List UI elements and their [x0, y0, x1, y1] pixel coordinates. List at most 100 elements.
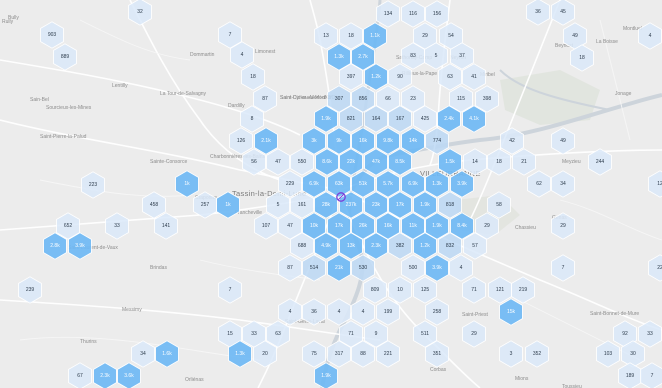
hexbin-cell[interactable]: 199 [376, 298, 400, 326]
hexbin-cell[interactable]: 3.9k [450, 170, 474, 198]
hexbin-cell[interactable]: 1.9k [413, 191, 437, 219]
hexbin-cell[interactable]: 5.7k [376, 170, 400, 198]
hexbin-cell[interactable]: 889 [53, 43, 77, 71]
hexbin-layer[interactable]: 32 134 116 156 36 459038897413 18 1.1k 29 54 49 41.… [0, 0, 662, 388]
hexbin-cell[interactable]: 530 [351, 254, 375, 282]
hexbin-cell[interactable]: 67 [68, 362, 92, 388]
hexbin-cell[interactable]: 1.5k [438, 148, 462, 176]
hexbin-cell[interactable]: 774 [425, 127, 449, 155]
hexbin-cell[interactable]: 45 [551, 0, 575, 26]
hexbin-cell[interactable]: 9.8k [376, 127, 400, 155]
hexbin-cell[interactable]: 12 [648, 170, 662, 198]
hexbin-cell[interactable]: 2.1k [254, 127, 278, 155]
hexbin-cell[interactable]: 239 [18, 276, 42, 304]
hexbin-cell[interactable]: 4 [351, 298, 375, 326]
hexbin-cell[interactable]: 1.3k [425, 170, 449, 198]
hexbin-cell[interactable]: 18 [339, 22, 363, 50]
hexbin-cell[interactable]: 121 [488, 276, 512, 304]
hexbin-cell[interactable]: 2.3k [93, 362, 117, 388]
hexbin-cell[interactable]: 33 [638, 320, 662, 348]
hexbin-cell[interactable]: 107 [254, 212, 278, 240]
hexbin-cell[interactable]: 257 [193, 191, 217, 219]
hexbin-cell[interactable]: 809 [363, 276, 387, 304]
hexbin-cell[interactable]: 33 [105, 212, 129, 240]
hexbin-cell[interactable]: 3k [302, 127, 326, 155]
map-view[interactable]: Rully Bully Lentilly Dommartin Limonest Saint… [0, 0, 662, 388]
hexbin-cell[interactable]: 1k [216, 191, 240, 219]
hexbin-cell[interactable]: 87 [278, 254, 302, 282]
hexbin-cell[interactable]: 818 [438, 191, 462, 219]
hexbin-cell[interactable]: 8.6k [315, 148, 339, 176]
hexbin-cell[interactable]: 4 [449, 254, 473, 282]
hexbin-cell[interactable]: 1.1k [363, 22, 387, 50]
hexbin-cell[interactable]: 23k [364, 191, 388, 219]
hexbin-cell[interactable]: 58 [487, 191, 511, 219]
hexbin-cell[interactable]: 9k [327, 127, 351, 155]
hexbin-cell[interactable]: 22k [339, 148, 363, 176]
hexbin-cell[interactable]: 223 [81, 171, 105, 199]
hexbin-cell[interactable]: 18 [487, 148, 511, 176]
hexbin-cell[interactable]: 28k [314, 191, 338, 219]
hexbin-cell[interactable]: 42 [500, 127, 524, 155]
hexbin-cell[interactable]: 62 [527, 170, 551, 198]
hexbin-cell[interactable]: 7 [218, 276, 242, 304]
hexbin-cell[interactable]: 103 [596, 340, 620, 368]
hexbin-cell[interactable]: 21 [512, 148, 536, 176]
hexbin-cell[interactable]: 244 [588, 148, 612, 176]
hexbin-cell[interactable]: 141 [154, 212, 178, 240]
hexbin-cell[interactable]: 36 [302, 298, 326, 326]
hexbin-cell[interactable]: 156 [425, 0, 449, 28]
hexbin-cell[interactable]: 4 [278, 298, 302, 326]
hexbin-cell[interactable]: 134 [376, 0, 400, 28]
hexbin-cell[interactable]: 500 [401, 254, 425, 282]
hexbin-cell[interactable]: 126 [229, 127, 253, 155]
hexbin-cell[interactable]: 29 [462, 320, 486, 348]
hexbin-cell[interactable]: 15k [499, 298, 523, 326]
hexbin-cell[interactable]: 237k [339, 191, 363, 219]
hexbin-cell[interactable]: 63 [438, 63, 462, 91]
hexbin-cell[interactable]: 161 [290, 191, 314, 219]
hexbin-cell[interactable]: 36 [526, 0, 550, 26]
hexbin-cell[interactable]: 3.9k [425, 254, 449, 282]
hexbin-cell[interactable]: 16k [351, 127, 375, 155]
hexbin-cell[interactable]: 219 [511, 276, 535, 304]
hexbin-cell[interactable]: 6.9k [401, 170, 425, 198]
hexbin-cell[interactable]: 116 [401, 0, 425, 28]
hexbin-cell[interactable]: 75 [302, 340, 326, 368]
hexbin-cell[interactable]: 229 [278, 170, 302, 198]
hexbin-cell[interactable]: 458 [142, 191, 166, 219]
hexbin-cell[interactable]: 4 [638, 22, 662, 50]
hexbin-cell[interactable]: 3.6k [117, 362, 141, 388]
hexbin-cell[interactable]: 10 [388, 276, 412, 304]
hexbin-cell[interactable]: 21k [327, 254, 351, 282]
hexbin-cell[interactable]: 22 [648, 254, 662, 282]
hexbin-cell[interactable]: 125 [413, 276, 437, 304]
hexbin-cell[interactable]: 90 [388, 63, 412, 91]
hexbin-cell[interactable]: 17k [388, 191, 412, 219]
hexbin-cell[interactable]: 14 [463, 148, 487, 176]
hexbin-cell[interactable]: 14k [401, 127, 425, 155]
hexbin-cell[interactable]: 41 [462, 63, 486, 91]
hexbin-cell[interactable]: 8.5k [388, 148, 412, 176]
hexbin-cell[interactable]: 34 [131, 340, 155, 368]
hexbin-cell[interactable]: 258 [425, 298, 449, 326]
hexbin-cell[interactable]: 71 [462, 276, 486, 304]
hexbin-cell[interactable]: 13 [314, 22, 338, 50]
hexbin-cell[interactable]: 550 [290, 148, 314, 176]
hexbin-cell[interactable]: 47k [364, 148, 388, 176]
hexbin-cell[interactable]: 352 [525, 340, 549, 368]
hexbin-cell[interactable]: 18 [241, 63, 265, 91]
hexbin-cell[interactable]: 1.9k [314, 362, 338, 388]
hexbin-cell[interactable]: 47 [266, 148, 290, 176]
hexbin-cell[interactable]: 1k [175, 170, 199, 198]
hexbin-cell[interactable]: 3 [499, 340, 523, 368]
hexbin-cell[interactable]: 32 [128, 0, 152, 26]
hexbin-cell[interactable]: 5 [266, 191, 290, 219]
hexbin-cell[interactable]: 34 [551, 170, 575, 198]
hexbin-cell[interactable]: 6.9k [302, 170, 326, 198]
hexbin-cell[interactable]: 7 [640, 362, 662, 388]
hexbin-cell[interactable]: 7 [551, 254, 575, 282]
hexbin-cell[interactable]: 56 [242, 148, 266, 176]
hexbin-cell[interactable]: 903 [40, 21, 64, 49]
hexbin-cell[interactable]: 1.6k [155, 340, 179, 368]
